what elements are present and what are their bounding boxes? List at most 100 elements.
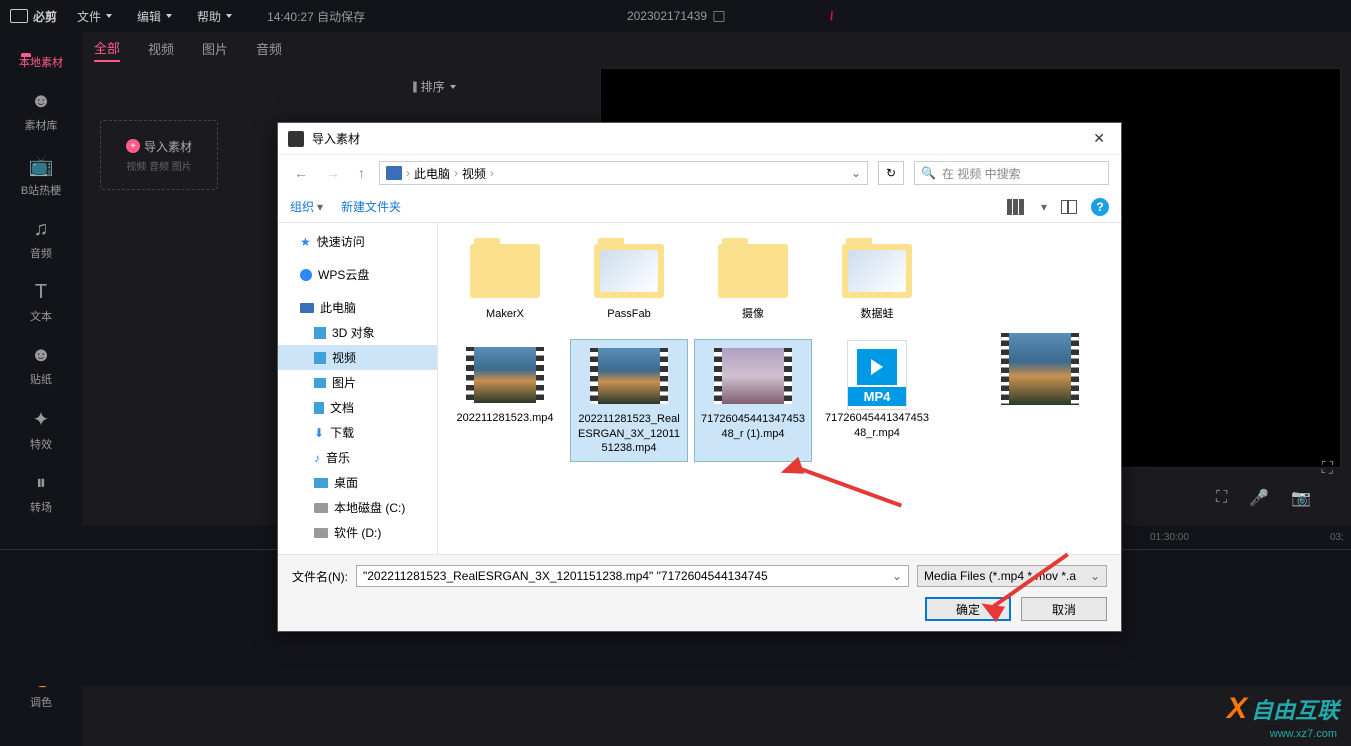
file-preview[interactable] bbox=[965, 333, 1115, 411]
pc-icon bbox=[300, 303, 314, 313]
up-button[interactable]: ↑ bbox=[354, 163, 369, 183]
disk-icon bbox=[314, 503, 328, 513]
breadcrumb-dropdown[interactable]: ⌄ bbox=[851, 166, 861, 180]
sidebar-item-text[interactable]: T文本 bbox=[0, 271, 82, 334]
sidebar-item-local[interactable]: 本地素材 bbox=[0, 44, 82, 80]
forward-button[interactable]: → bbox=[322, 163, 344, 183]
help-button[interactable]: ? bbox=[1091, 198, 1109, 216]
tree-pc[interactable]: 此电脑 bbox=[278, 295, 437, 320]
folder-item[interactable]: MakerX bbox=[446, 235, 564, 327]
image-icon bbox=[314, 378, 326, 388]
menu-file[interactable]: 文件 bbox=[77, 8, 112, 25]
logo-icon bbox=[10, 9, 28, 23]
mic-icon[interactable]: 🎤 bbox=[1249, 488, 1269, 508]
sticker-icon: ☻ bbox=[0, 344, 82, 367]
filename-input[interactable]: "202211281523_RealESRGAN_3X_1201151238.m… bbox=[356, 565, 909, 587]
app-logo: 必剪 bbox=[10, 8, 57, 25]
tab-all[interactable]: 全部 bbox=[94, 38, 120, 62]
decorative-slash: \ bbox=[828, 9, 835, 23]
file-filter[interactable]: Media Files (*.mp4 *.mov *.a⌄ bbox=[917, 565, 1107, 587]
tree-video[interactable]: 视频 bbox=[278, 345, 437, 370]
tree-wps[interactable]: WPS云盘 bbox=[278, 262, 437, 287]
tab-audio[interactable]: 音频 bbox=[256, 39, 282, 61]
music-icon: ♪ bbox=[314, 451, 320, 465]
file-grid: MakerX PassFab 摄像 数据蛙 202211281523.mp4 2… bbox=[438, 223, 1121, 554]
tree-desktop[interactable]: 桌面 bbox=[278, 470, 437, 495]
transition-icon: ⏸ bbox=[0, 472, 82, 495]
file-item[interactable]: 202211281523.mp4 bbox=[446, 339, 564, 462]
file-item-selected[interactable]: 202211281523_RealESRGAN_3X_1201151238.mp… bbox=[570, 339, 688, 462]
import-placeholder[interactable]: +导入素材 视频 音频 图片 bbox=[100, 120, 218, 190]
layout-button[interactable] bbox=[1061, 200, 1077, 214]
tree-image[interactable]: 图片 bbox=[278, 370, 437, 395]
sidebar-item-sticker[interactable]: ☻贴纸 bbox=[0, 334, 82, 397]
sidebar-item-bilibili[interactable]: 📺B站热梗 bbox=[0, 143, 82, 208]
desktop-icon bbox=[314, 478, 328, 488]
tab-image[interactable]: 图片 bbox=[202, 39, 228, 61]
dialog-body: ★快速访问 WPS云盘 此电脑 3D 对象 视频 图片 文档 ⬇下载 ♪音乐 桌… bbox=[278, 223, 1121, 554]
sidebar-item-audio[interactable]: ♫音频 bbox=[0, 208, 82, 271]
breadcrumb[interactable]: › 此电脑 › 视频 › ⌄ bbox=[379, 161, 868, 185]
dialog-footer: 文件名(N): "202211281523_RealESRGAN_3X_1201… bbox=[278, 554, 1121, 631]
file-item-selected[interactable]: 7172604544134745348_r (1).mp4 bbox=[694, 339, 812, 462]
back-button[interactable]: ← bbox=[290, 163, 312, 183]
top-menubar: 必剪 文件 编辑 帮助 14:40:27 自动保存 \ 202302171439 bbox=[0, 0, 1351, 32]
disk-icon bbox=[314, 528, 328, 538]
sidebar-item-transition[interactable]: ⏸转场 bbox=[0, 462, 82, 525]
tree-disk-c[interactable]: 本地磁盘 (C:) bbox=[278, 495, 437, 520]
timeline-tick: 01:30:00 bbox=[1150, 532, 1189, 543]
close-button[interactable]: ✕ bbox=[1087, 128, 1111, 149]
dialog-icon bbox=[288, 131, 304, 147]
edit-icon[interactable] bbox=[713, 11, 724, 22]
cancel-button[interactable]: 取消 bbox=[1021, 597, 1107, 621]
sort-icon: ||| bbox=[412, 79, 415, 93]
tree-download[interactable]: ⬇下载 bbox=[278, 420, 437, 445]
tree-music[interactable]: ♪音乐 bbox=[278, 445, 437, 470]
refresh-button[interactable]: ↻ bbox=[878, 161, 904, 185]
menu-help[interactable]: 帮助 bbox=[197, 8, 232, 25]
view-mode-button[interactable] bbox=[1007, 199, 1027, 215]
organize-button[interactable]: 组织▾ bbox=[290, 198, 323, 215]
star-icon: ★ bbox=[300, 235, 311, 249]
plus-icon: + bbox=[126, 139, 140, 153]
doc-icon bbox=[314, 402, 324, 414]
dialog-nav: ← → ↑ › 此电脑 › 视频 › ⌄ ↻ 🔍 在 视频 中搜索 bbox=[278, 155, 1121, 191]
bilibili-icon: 📺 bbox=[0, 153, 82, 178]
watermark-icon: X bbox=[1227, 692, 1247, 726]
tree-doc[interactable]: 文档 bbox=[278, 395, 437, 420]
dialog-titlebar: 导入素材 ✕ bbox=[278, 123, 1121, 155]
fx-icon: ✦ bbox=[0, 407, 82, 432]
tree-disk-d[interactable]: 软件 (D:) bbox=[278, 520, 437, 545]
sort-button[interactable]: 排序 bbox=[421, 78, 456, 95]
filename-label: 文件名(N): bbox=[292, 568, 348, 585]
sidebar-item-library[interactable]: ☻素材库 bbox=[0, 80, 82, 143]
folder-item[interactable]: 数据蛙 bbox=[818, 235, 936, 327]
pc-icon bbox=[386, 166, 402, 180]
folder-item[interactable]: 摄像 bbox=[694, 235, 812, 327]
download-icon: ⬇ bbox=[314, 426, 324, 440]
menu-edit[interactable]: 编辑 bbox=[137, 8, 172, 25]
dialog-title: 导入素材 bbox=[312, 130, 360, 147]
tree-3d[interactable]: 3D 对象 bbox=[278, 320, 437, 345]
tab-video[interactable]: 视频 bbox=[148, 39, 174, 61]
folder-tree: ★快速访问 WPS云盘 此电脑 3D 对象 视频 图片 文档 ⬇下载 ♪音乐 桌… bbox=[278, 223, 438, 554]
watermark: X 自由互联 www.xz7.com bbox=[1227, 692, 1339, 726]
ok-button[interactable]: 确定 bbox=[925, 597, 1011, 621]
crop-icon[interactable]: ⛶ bbox=[1322, 460, 1333, 478]
screenshot-icon[interactable]: ⛶ bbox=[1216, 489, 1227, 507]
new-folder-button[interactable]: 新建文件夹 bbox=[341, 198, 401, 215]
library-icon: ☻ bbox=[0, 90, 82, 113]
cloud-icon bbox=[300, 269, 312, 281]
cube-icon bbox=[314, 327, 326, 339]
folder-item[interactable]: PassFab bbox=[570, 235, 688, 327]
film-icon bbox=[314, 352, 326, 364]
tree-quick-access[interactable]: ★快速访问 bbox=[278, 229, 437, 254]
camera-icon[interactable]: 📷 bbox=[1291, 488, 1311, 508]
autosave-status: 14:40:27 自动保存 bbox=[267, 8, 365, 25]
media-tabs: 全部 视频 图片 音频 bbox=[82, 32, 1351, 68]
project-title[interactable]: 202302171439 bbox=[627, 9, 724, 23]
file-item[interactable]: MP47172604544134745348_r.mp4 bbox=[818, 339, 936, 462]
sort-bar: ||| 排序 bbox=[82, 68, 472, 104]
sidebar-item-fx[interactable]: ✦特效 bbox=[0, 397, 82, 462]
search-input[interactable]: 🔍 在 视频 中搜索 bbox=[914, 161, 1109, 185]
